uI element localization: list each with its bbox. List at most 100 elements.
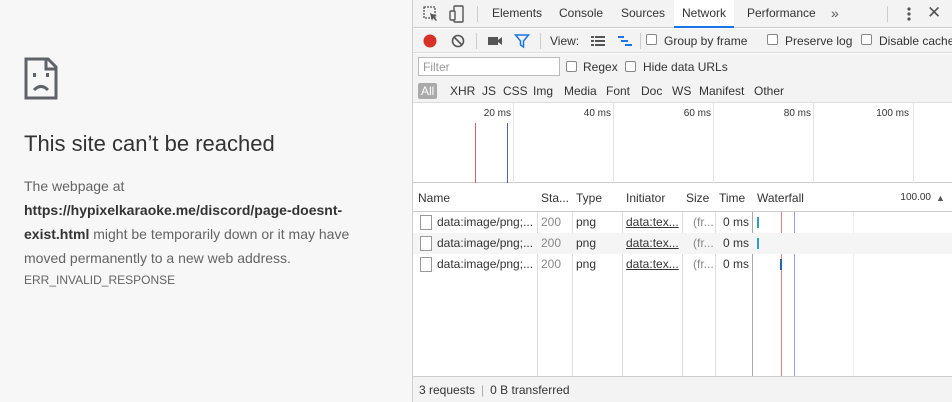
file-icon <box>420 215 432 230</box>
tab-sources[interactable]: Sources <box>613 0 673 28</box>
large-rows-icon[interactable] <box>590 33 606 49</box>
overview-tick-40ms: 40 ms <box>583 108 611 119</box>
waterfall-view-icon[interactable] <box>617 33 633 49</box>
inspect-element-icon[interactable] <box>422 5 440 23</box>
type-filter-xhr[interactable]: XHR <box>447 83 478 99</box>
waterfall-bar <box>757 217 759 228</box>
tab-console[interactable]: Console <box>551 0 611 28</box>
regex-label: Regex <box>583 60 618 74</box>
table-header: Name Sta... Type Initiator Size Time Wat… <box>413 184 952 212</box>
dom-content-loaded-marker <box>507 123 508 183</box>
capture-screenshots-icon[interactable] <box>487 33 503 49</box>
waterfall-bar <box>780 259 782 270</box>
hide-data-urls-label: Hide data URLs <box>643 60 728 74</box>
row-name[interactable]: data:image/png;... <box>433 254 537 275</box>
view-label: View: <box>550 34 580 48</box>
more-tabs-icon[interactable]: » <box>831 0 839 27</box>
preserve-log-checkbox[interactable] <box>767 34 778 45</box>
network-status-bar: 3 requests | 0 B transferred <box>413 376 952 402</box>
load-event-marker <box>475 123 476 183</box>
sort-ascending-icon[interactable]: ▲ <box>932 184 946 212</box>
row-size: (fr... <box>693 257 714 271</box>
device-toolbar-icon[interactable] <box>448 5 466 23</box>
column-waterfall[interactable]: Waterfall <box>753 184 853 212</box>
group-by-frame-checkbox[interactable] <box>646 34 657 45</box>
record-icon[interactable] <box>422 33 438 49</box>
row-name[interactable]: data:image/png;... <box>433 212 537 233</box>
row-initiator[interactable]: data:tex... <box>622 212 680 233</box>
devtools-tabbar: Elements Console Sources Network Perform… <box>413 0 952 28</box>
type-filter-ws[interactable]: WS <box>669 83 694 99</box>
close-devtools-icon[interactable]: ✕ <box>927 3 941 23</box>
type-filter-all[interactable]: All <box>418 83 438 99</box>
error-code: ERR_INVALID_RESPONSE <box>24 273 176 287</box>
request-count: 3 requests <box>419 383 476 397</box>
type-filter-other[interactable]: Other <box>751 83 787 99</box>
table-row[interactable]: data:image/png;... 200 png data:tex... (… <box>413 212 952 233</box>
overview-tick-100ms: 100 ms <box>876 108 909 119</box>
row-type: png <box>576 236 597 250</box>
type-filter-doc[interactable]: Doc <box>638 83 665 99</box>
row-name[interactable]: data:image/png;... <box>433 233 537 254</box>
disable-cache-checkbox[interactable] <box>861 34 872 45</box>
tab-network[interactable]: Network <box>674 0 735 28</box>
requests-table: Name Sta... Type Initiator Size Time Wat… <box>413 184 952 376</box>
column-status[interactable]: Sta... <box>537 184 572 212</box>
type-filter-js[interactable]: JS <box>479 83 499 99</box>
devtools-panel: Elements Console Sources Network Perform… <box>412 0 952 402</box>
column-type[interactable]: Type <box>572 184 622 212</box>
overview-tick-20ms: 20 ms <box>483 108 511 119</box>
hide-data-urls-checkbox[interactable] <box>625 61 636 72</box>
resource-type-filters: All XHR JS CSS Img Media Font Doc WS Man… <box>413 79 952 103</box>
type-filter-media[interactable]: Media <box>561 83 600 99</box>
row-status: 200 <box>541 236 562 250</box>
desc-prefix: The webpage at <box>24 178 125 194</box>
column-initiator[interactable]: Initiator <box>622 184 682 212</box>
filter-row: Regex Hide data URLs <box>413 54 952 79</box>
type-filter-css[interactable]: CSS <box>500 83 531 99</box>
sad-page-icon <box>24 57 58 100</box>
status-separator: | <box>481 383 485 397</box>
waterfall-scale: 100.00 <box>900 192 931 203</box>
table-row[interactable]: data:image/png;... 200 png data:tex... (… <box>413 254 952 275</box>
type-filter-img[interactable]: Img <box>530 83 556 99</box>
row-type: png <box>576 257 597 271</box>
overview-tick-60ms: 60 ms <box>683 108 711 119</box>
transferred-size: 0 B transferred <box>490 383 570 397</box>
tab-performance[interactable]: Performance <box>739 0 824 28</box>
column-size[interactable]: Size <box>682 184 715 212</box>
row-status: 200 <box>541 215 562 229</box>
disable-cache-label: Disable cache <box>879 34 952 48</box>
row-initiator[interactable]: data:tex... <box>622 254 680 275</box>
row-time: 0 ms <box>723 257 750 271</box>
column-time[interactable]: Time <box>715 184 752 212</box>
network-toolbar: View: Group by frame Preserve log Disabl… <box>413 29 952 53</box>
waterfall-bar <box>757 238 759 249</box>
file-icon <box>420 236 432 251</box>
row-size: (fr... <box>693 215 714 229</box>
tab-elements[interactable]: Elements <box>484 0 550 28</box>
overview-tick-80ms: 80 ms <box>783 108 811 119</box>
error-description: The webpage at https://hypixelkaraoke.me… <box>24 174 384 270</box>
network-overview[interactable]: 20 ms 40 ms 60 ms 80 ms 100 ms <box>413 103 952 183</box>
error-page: This site can’t be reached The webpage a… <box>0 0 412 402</box>
filter-icon[interactable] <box>514 33 530 49</box>
row-status: 200 <box>541 257 562 271</box>
row-type: png <box>576 215 597 229</box>
clear-icon[interactable] <box>450 33 466 49</box>
row-size: (fr... <box>693 236 714 250</box>
filter-input[interactable] <box>418 57 560 76</box>
customize-menu-icon[interactable] <box>903 5 915 23</box>
preserve-log-label: Preserve log <box>785 34 853 48</box>
file-icon <box>420 257 432 272</box>
row-time: 0 ms <box>723 215 750 229</box>
row-initiator[interactable]: data:tex... <box>622 233 680 254</box>
type-filter-font[interactable]: Font <box>603 83 633 99</box>
table-row[interactable]: data:image/png;... 200 png data:tex... (… <box>413 233 952 254</box>
regex-checkbox[interactable] <box>566 61 577 72</box>
column-name[interactable]: Name <box>414 184 536 212</box>
group-by-frame-label: Group by frame <box>664 34 748 48</box>
row-time: 0 ms <box>723 236 750 250</box>
error-title: This site can’t be reached <box>24 131 275 156</box>
type-filter-manifest[interactable]: Manifest <box>696 83 747 99</box>
